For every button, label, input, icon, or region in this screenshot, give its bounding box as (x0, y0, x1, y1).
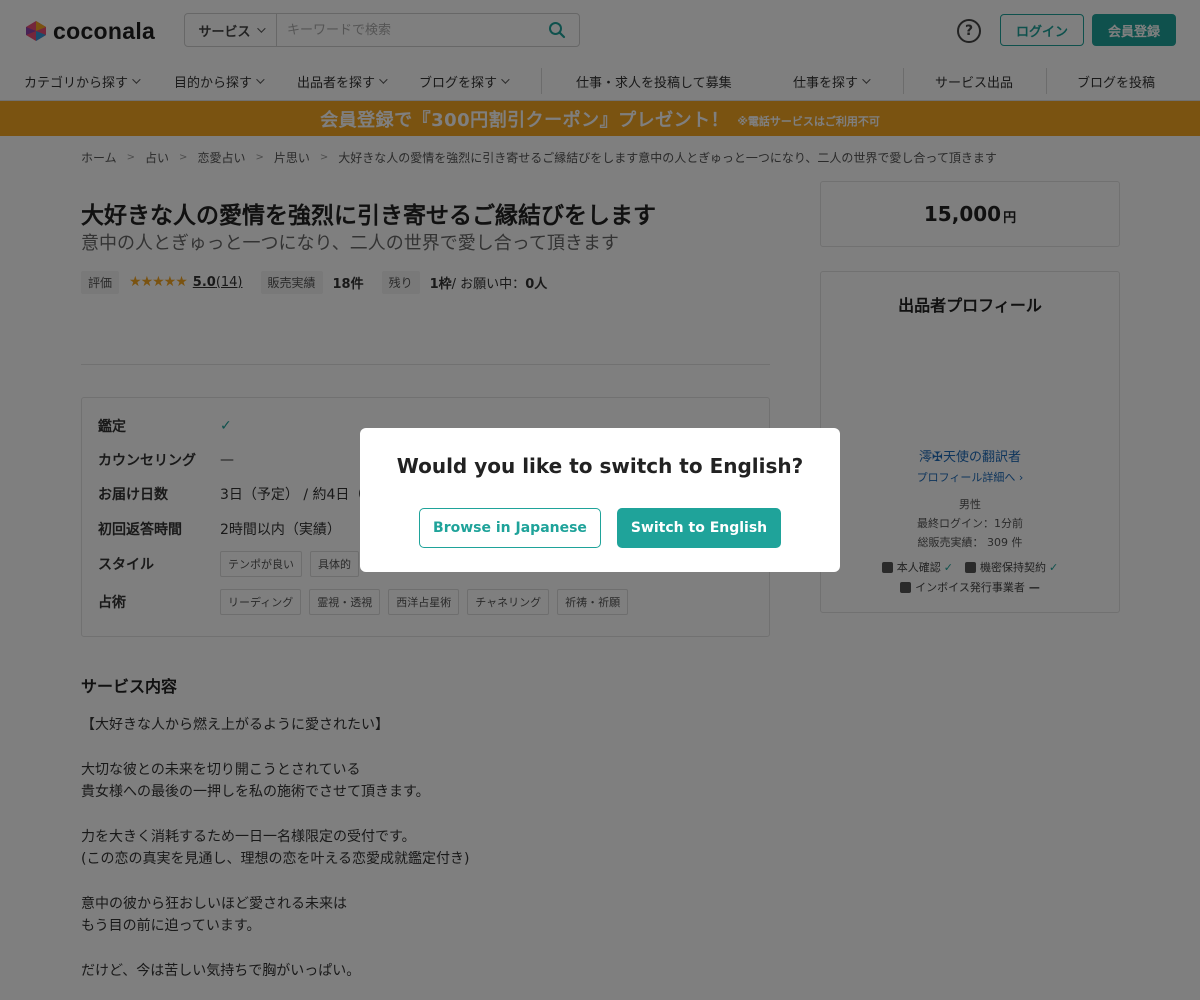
switch-to-english-button[interactable]: Switch to English (617, 508, 781, 548)
browse-in-japanese-button[interactable]: Browse in Japanese (419, 508, 601, 548)
dialog-title: Would you like to switch to English? (396, 454, 804, 478)
language-switch-dialog: Would you like to switch to English? Bro… (360, 428, 840, 572)
